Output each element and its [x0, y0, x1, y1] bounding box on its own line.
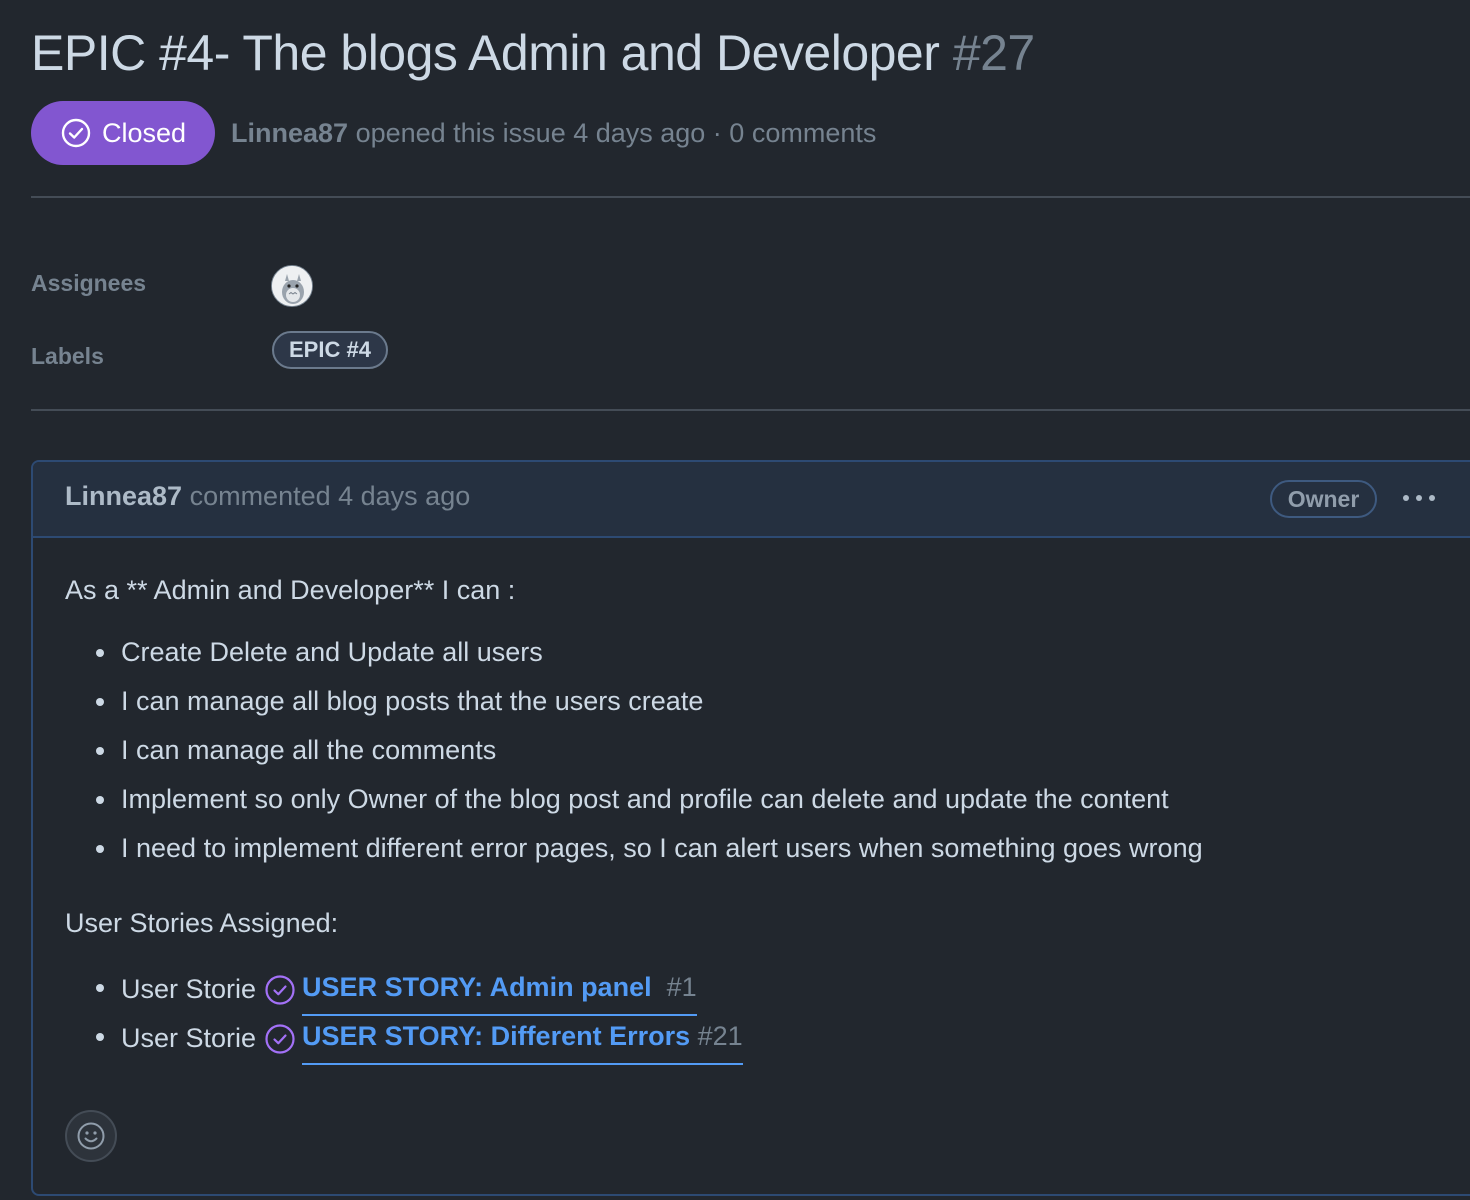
issue-link-title: USER STORY: Admin panel — [302, 972, 660, 1002]
smiley-icon — [77, 1122, 105, 1150]
issue-page: EPIC #4- The blogs Admin and Developer #… — [0, 0, 1470, 1200]
owner-badge: Owner — [1270, 480, 1377, 518]
list-item: User Storie USER STORY: Admin panel #1 — [96, 963, 1470, 1016]
check-circle-icon — [265, 974, 295, 1005]
assignees-heading: Assignees — [31, 270, 147, 296]
issue-meta: Linnea87 opened this issue 4 days ago · … — [231, 114, 876, 152]
comment-header: Linnea87 commented 4 days ago Owner — [33, 462, 1470, 538]
labels-heading: Labels — [31, 343, 104, 369]
comment-timestamp[interactable]: commented 4 days ago — [190, 481, 471, 511]
check-circle-icon — [265, 1023, 295, 1054]
issue-state-badge: Closed — [31, 101, 215, 165]
check-circle-icon — [61, 118, 91, 148]
list-item: Implement so only Owner of the blog post… — [96, 775, 1470, 824]
story-prefix: User Storie — [121, 974, 257, 1004]
issue-meta-text: opened this issue 4 days ago · 0 comment… — [355, 118, 877, 148]
stories-heading: User Stories Assigned: — [65, 908, 339, 938]
issue-reference: USER STORY: Different Errors #21 — [264, 1012, 743, 1065]
comment-card: Linnea87 commented 4 days ago Owner As a… — [31, 460, 1470, 1196]
list-item: User Storie USER STORY: Different Errors… — [96, 1012, 1470, 1065]
issue-link-number: #1 — [666, 972, 697, 1002]
comment-body: As a ** Admin and Developer** I can : Cr… — [65, 552, 1470, 1065]
issue-reference: USER STORY: Admin panel #1 — [264, 963, 697, 1016]
issue-link-admin-panel[interactable]: USER STORY: Admin panel #1 — [302, 963, 697, 1016]
totoro-avatar-icon — [272, 266, 312, 306]
issue-title-text: EPIC #4- The blogs Admin and Developer — [31, 25, 940, 81]
issue-link-different-errors[interactable]: USER STORY: Different Errors #21 — [302, 1012, 743, 1065]
add-reaction-button[interactable] — [65, 1110, 117, 1162]
story-line: User Storie USER STORY: Different Errors… — [121, 1012, 743, 1065]
capabilities-list: Create Delete and Update all users I can… — [65, 628, 1470, 873]
list-item: I need to implement different error page… — [96, 824, 1470, 873]
story-prefix: User Storie — [121, 1023, 257, 1053]
list-item: Create Delete and Update all users — [96, 628, 1470, 677]
issue-link-title: USER STORY: Different Errors — [302, 1021, 691, 1051]
comment-byline: Linnea87 commented 4 days ago — [65, 481, 470, 512]
issue-number: #27 — [952, 25, 1035, 81]
stories-list: User Storie USER STORY: Admin panel #1 U… — [65, 963, 1470, 1065]
issue-title: EPIC #4- The blogs Admin and Developer #… — [31, 22, 1035, 84]
comment-author-link[interactable]: Linnea87 — [65, 481, 182, 511]
issue-state-label: Closed — [101, 117, 187, 148]
issue-link-number: #21 — [697, 1021, 743, 1051]
kebab-horizontal-icon — [1403, 495, 1435, 501]
comment-options-button[interactable] — [1399, 480, 1439, 516]
list-item: I can manage all the comments — [96, 726, 1470, 775]
issue-author-link[interactable]: Linnea87 — [231, 118, 348, 148]
divider — [31, 196, 1470, 198]
assignee-avatar[interactable] — [271, 265, 313, 307]
divider — [31, 409, 1470, 411]
story-line: User Storie USER STORY: Admin panel #1 — [121, 963, 697, 1016]
label-epic[interactable]: EPIC #4 — [272, 331, 388, 369]
comment-intro: As a ** Admin and Developer** I can : — [65, 575, 516, 605]
list-item: I can manage all blog posts that the use… — [96, 677, 1470, 726]
